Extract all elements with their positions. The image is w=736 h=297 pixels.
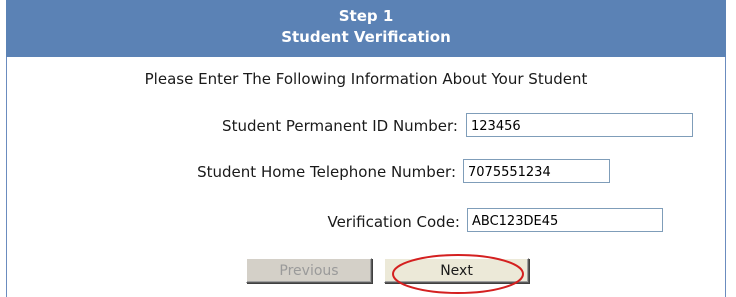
verification-code-input[interactable] [467,208,663,232]
next-button[interactable]: Next [384,258,529,283]
instructions-text: Please Enter The Following Information A… [144,70,588,88]
permanent-id-input[interactable] [466,113,693,137]
previous-button[interactable]: Previous [246,258,372,283]
page: Step 1 Student Verification Please Enter… [0,0,736,297]
step-title: Student Verification [281,28,451,46]
home-phone-input[interactable] [463,159,610,183]
home-phone-label: Student Home Telephone Number: [197,163,456,181]
verification-code-label: Verification Code: [327,213,460,231]
step-number: Step 1 [338,7,394,25]
permanent-id-label: Student Permanent ID Number: [222,117,458,135]
step-header: Step 1 Student Verification [6,0,726,57]
